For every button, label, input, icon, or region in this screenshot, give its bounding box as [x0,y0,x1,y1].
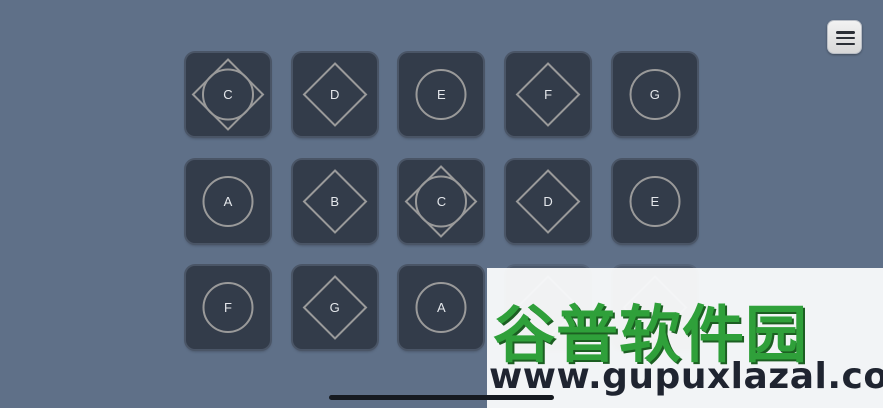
note-label: E [650,193,660,209]
app-screen: C D E F G A B C D E F G A 谷普软件园 www.gupuxlazal.com [0,0,883,408]
note-label: E [437,87,446,102]
note-label: D [329,87,340,102]
note-pad[interactable]: E [399,53,484,136]
note-pad[interactable]: C [186,53,270,136]
note-pad[interactable]: A [399,266,484,349]
watermark-url: www.gupuxlazal.com [489,356,883,397]
note-label: A [437,300,446,315]
home-indicator [329,395,554,400]
note-label: G [649,87,660,102]
note-label: F [224,300,232,315]
hamburger-icon [836,31,855,46]
note-pad[interactable]: F [186,266,270,349]
note-pad[interactable]: G [292,266,377,349]
note-label: F [544,87,553,102]
note-pad[interactable]: A [186,159,270,243]
menu-button[interactable] [827,20,862,54]
note-pad[interactable]: C [399,159,484,243]
note-label: B [330,193,340,209]
note-pad[interactable]: D [506,159,591,243]
watermark-overlay: 谷普软件园 www.gupuxlazal.com [487,268,883,408]
note-label: A [223,193,233,209]
note-pad[interactable]: D [292,53,377,136]
note-label: C [223,87,233,102]
note-pad[interactable]: F [506,53,591,136]
note-label: G [329,300,340,315]
note-pad[interactable]: G [612,53,697,136]
note-label: D [543,193,553,209]
note-pad[interactable]: E [612,159,697,243]
note-label: C [436,193,447,209]
note-pad[interactable]: B [292,159,377,243]
